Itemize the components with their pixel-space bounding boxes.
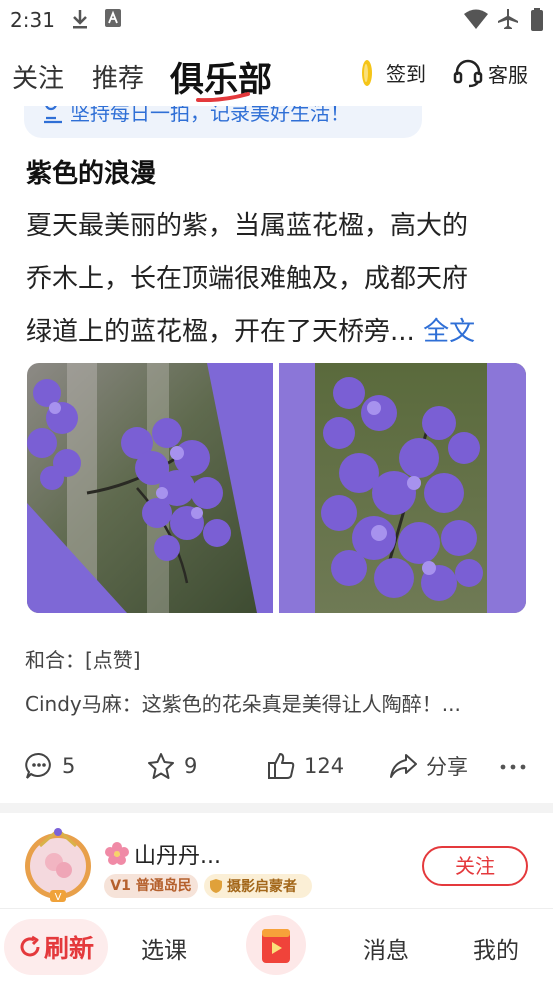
bottom-navigation: 刷新 选课 消息 我的 (0, 908, 553, 983)
post-body[interactable]: 夏天最美丽的紫，当属蓝花楹，高大的 乔木上，长在顶端很难触及，成都天府 绿道上的… (26, 200, 532, 359)
center-video-button[interactable] (246, 915, 306, 975)
refresh-icon (20, 935, 40, 957)
favorite-count: 9 (184, 754, 198, 778)
comment-count: 5 (62, 754, 76, 778)
battery-icon (531, 8, 543, 31)
wifi-icon (464, 9, 488, 29)
like-button[interactable]: 124 (266, 751, 344, 781)
avatar-frame-icon: V (25, 827, 91, 903)
app-notification-icon (105, 9, 121, 27)
jacaranda-photo-1 (27, 363, 273, 613)
tip-text: 坚持每日一拍，记录美好生活！ (70, 106, 350, 125)
like-count: 124 (304, 754, 345, 778)
title-badge: 摄影启蒙者 (204, 874, 312, 898)
status-time: 2:31 (10, 8, 55, 32)
coin-icon (362, 59, 372, 86)
comment-button[interactable]: 5 (24, 751, 75, 781)
follow-button[interactable]: 关注 (422, 846, 528, 886)
headset-icon (453, 59, 483, 88)
title-badge-text: 摄影启蒙者 (227, 879, 297, 895)
camera-tip-icon (44, 106, 62, 124)
post-body-line: 夏天最美丽的紫，当属蓝花楹，高大的 (26, 211, 469, 241)
cherry-blossom-icon (105, 842, 129, 865)
airplane-icon (498, 9, 518, 29)
author-avatar[interactable]: V (20, 826, 96, 903)
active-tab-indicator (196, 92, 250, 102)
full-text-link[interactable]: 全文 (423, 317, 475, 347)
post-body-line-text: 绿道上的蓝花楹，开在了天桥旁... (26, 317, 415, 347)
tip-banner[interactable]: 坚持每日一拍，记录美好生活！ (24, 106, 422, 138)
author-name[interactable]: 山丹丹... (104, 838, 221, 870)
section-divider (0, 803, 553, 813)
checkin-label: 签到 (386, 62, 426, 86)
nav-item-courses[interactable]: 选课 (141, 931, 187, 965)
customer-service-button[interactable]: 客服 (452, 58, 528, 88)
shield-badge-icon (210, 879, 222, 893)
refresh-button[interactable]: 刷新 (4, 919, 108, 975)
post-action-bar: 5 9 124 分享 (0, 745, 553, 791)
level-badge: V1 普通岛民 (104, 874, 198, 898)
comment-preview-2[interactable]: Cindy马麻：这紫色的花朵真是美得让人陶醉！... (25, 688, 461, 717)
post-body-line: 绿道上的蓝花楹，开在了天桥旁... 全文 (26, 306, 532, 359)
video-play-icon (262, 929, 290, 963)
comment-preview-1[interactable]: 和合：[点赞] (25, 644, 141, 673)
customer-service-label: 客服 (488, 62, 528, 87)
post-photo-1[interactable] (27, 363, 273, 613)
download-icon (73, 10, 87, 29)
post-title[interactable]: 紫色的浪漫 (26, 153, 156, 190)
thumbs-up-icon (268, 753, 295, 779)
share-label: 分享 (426, 755, 468, 779)
refresh-label: 刷新 (43, 934, 94, 963)
more-options-icon[interactable] (500, 763, 526, 771)
tab-follow[interactable]: 关注 (12, 58, 64, 95)
jacaranda-photo-2 (279, 363, 526, 613)
favorite-button[interactable]: 9 (146, 751, 197, 781)
comment-icon (25, 752, 51, 779)
post-photo-2[interactable] (279, 363, 526, 613)
author-name-text: 山丹丹... (134, 844, 221, 869)
checkin-button[interactable]: 签到 (360, 58, 426, 87)
top-header: 关注 推荐 俱乐部 签到 客服 (0, 44, 553, 108)
svg-text:V: V (55, 892, 62, 902)
post-body-line: 乔木上，长在顶端很难触及，成都天府 (26, 264, 469, 294)
share-button[interactable]: 分享 (388, 751, 468, 781)
star-icon (148, 753, 174, 779)
status-bar: 2:31 (0, 0, 553, 38)
nav-item-messages[interactable]: 消息 (363, 931, 409, 965)
nav-item-mine[interactable]: 我的 (473, 931, 519, 965)
share-icon (390, 754, 417, 778)
tab-recommend[interactable]: 推荐 (92, 58, 144, 95)
